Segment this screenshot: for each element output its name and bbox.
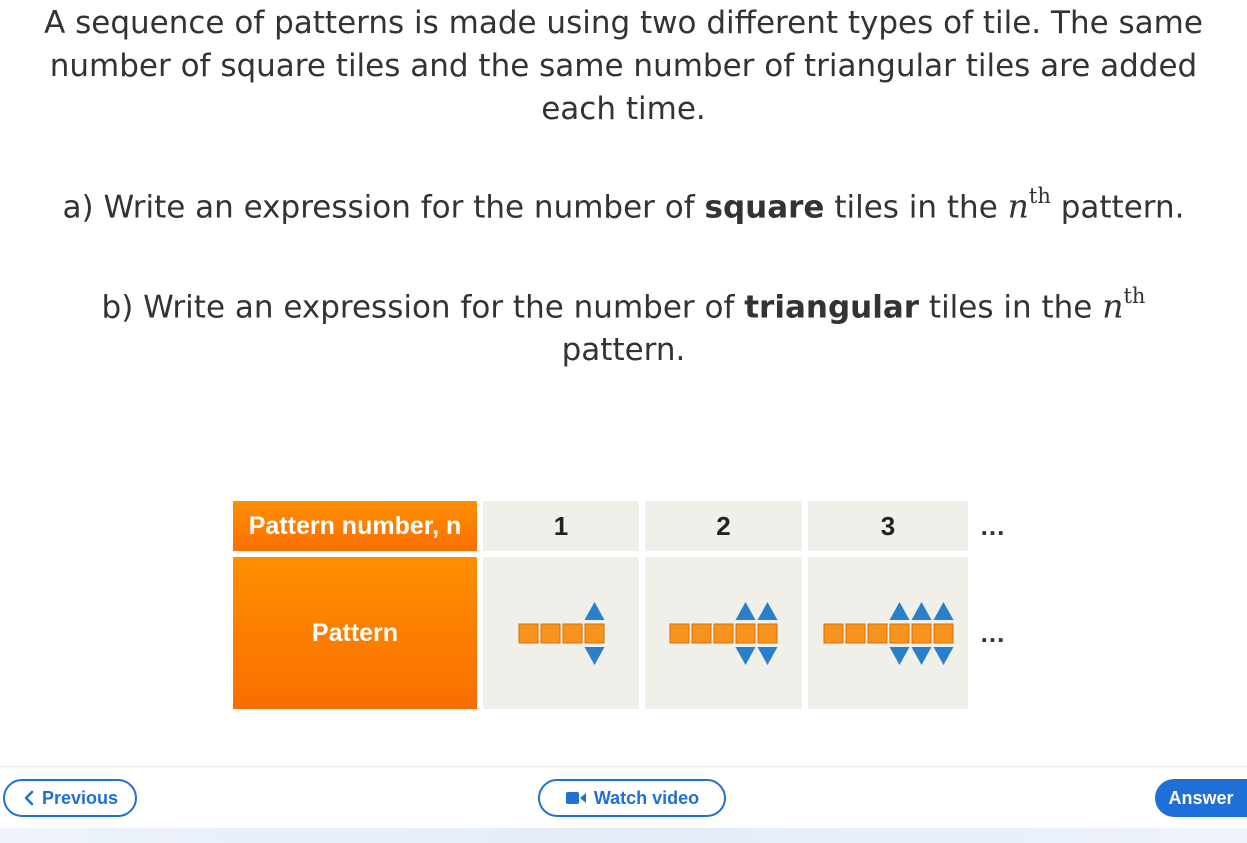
square-tile (933, 623, 954, 644)
header-pattern: Pattern (233, 557, 477, 709)
square-tile (735, 623, 756, 644)
square-tile (713, 623, 734, 644)
triangle-tile-up (584, 602, 605, 620)
question-part-a: a) Write an expression for the number of… (62, 184, 1185, 226)
triangle-tile-up (911, 602, 932, 620)
watch-video-button[interactable]: Watch video (538, 779, 726, 817)
header-pattern-number: Pattern number, n (233, 501, 477, 551)
triangle-tile-down (889, 647, 910, 665)
square-tile (540, 623, 561, 644)
square-tile (669, 623, 690, 644)
column-number-3: 3 (808, 501, 968, 551)
previous-button[interactable]: Previous (3, 779, 137, 817)
footer-band (0, 828, 1247, 843)
video-camera-icon (565, 792, 586, 804)
pattern-cell-1 (483, 557, 639, 709)
question-part-b: b) Write an expression for the number of… (101, 284, 1146, 369)
square-tile (845, 623, 866, 644)
bold-triangular: triangular (744, 289, 920, 326)
triangle-tile-down (911, 647, 932, 665)
n-variable: n (1102, 286, 1124, 326)
triangle-tile-up (889, 602, 910, 620)
triangle-tile-down (735, 647, 756, 665)
triangle-tile-down (933, 647, 954, 665)
square-tile (691, 623, 712, 644)
square-tile (823, 623, 844, 644)
column-number-1: 1 (483, 501, 639, 551)
square-tile (889, 623, 910, 644)
chevron-left-icon (24, 790, 34, 806)
answer-button[interactable]: Answer (1155, 779, 1247, 817)
continuation-dots: ... (980, 510, 1006, 541)
question-intro: A sequence of patterns is made using two… (44, 5, 1203, 127)
pattern-1-figure (518, 602, 605, 665)
square-tile (757, 623, 778, 644)
pattern-2-figure (669, 602, 778, 665)
continuation-dots: ... (980, 617, 1006, 648)
bold-square: square (704, 189, 825, 226)
pattern-cell-2 (645, 557, 802, 709)
triangle-tile-up (735, 602, 756, 620)
n-variable: n (1007, 186, 1029, 226)
triangle-tile-down (757, 647, 778, 665)
triangle-tile-up (757, 602, 778, 620)
square-tile (911, 623, 932, 644)
pattern-3-figure (823, 602, 954, 665)
square-tile (867, 623, 888, 644)
column-number-2: 2 (645, 501, 802, 551)
nav-divider (0, 766, 1247, 767)
pattern-cell-3 (808, 557, 968, 709)
triangle-tile-up (933, 602, 954, 620)
square-tile (584, 623, 605, 644)
square-tile (562, 623, 583, 644)
triangle-tile-down (584, 647, 605, 665)
square-tile (518, 623, 539, 644)
